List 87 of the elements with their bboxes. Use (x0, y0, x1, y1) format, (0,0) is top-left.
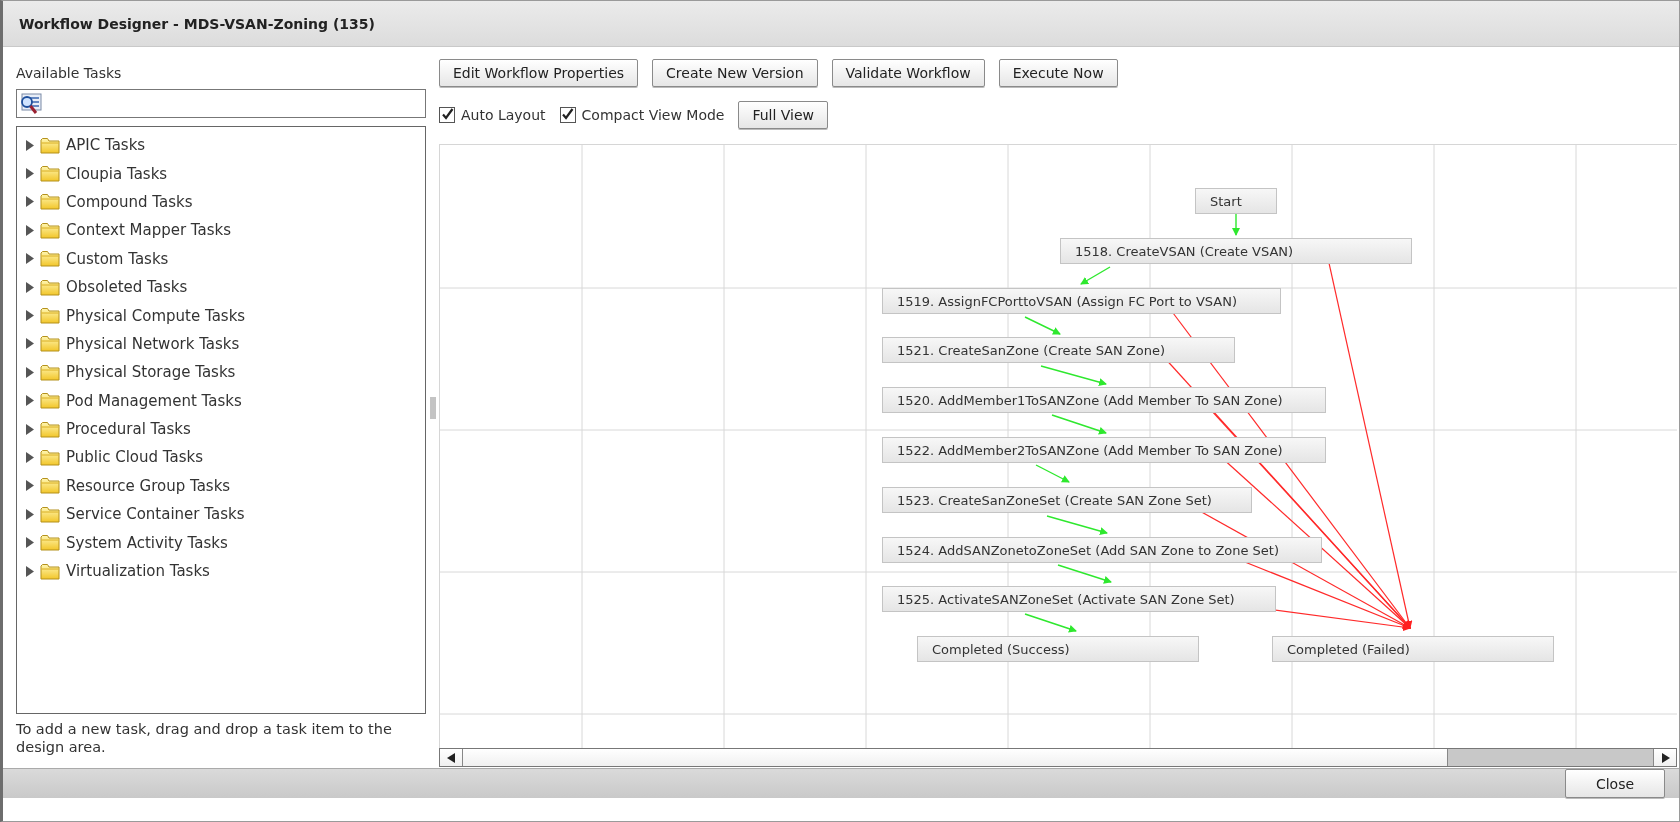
tree-item[interactable]: Obsoleted Tasks (66, 278, 188, 297)
tree-item[interactable]: Cloupia Tasks (66, 164, 168, 183)
end-node[interactable]: Completed (Failed) (1272, 636, 1554, 662)
expand-arrow-icon[interactable] (25, 508, 35, 520)
toolbar-button[interactable]: Create New Version (652, 59, 818, 87)
folder-icon (40, 477, 60, 495)
tree-item[interactable]: Physical Storage Tasks (66, 363, 236, 382)
folder-icon (40, 193, 60, 211)
left-arrow-icon (446, 752, 456, 763)
expand-arrow-icon[interactable] (25, 253, 35, 265)
close-button[interactable]: Close (1565, 769, 1665, 798)
tree-item[interactable]: System Activity Tasks (66, 533, 228, 552)
task-node[interactable]: 1518. CreateVSAN (Create VSAN) (1060, 238, 1412, 264)
end-node[interactable]: Completed (Success) (917, 636, 1199, 662)
success-connector (1024, 316, 1061, 335)
folder-icon (40, 136, 60, 154)
start-node[interactable]: Start (1195, 188, 1277, 214)
tree-item[interactable]: Service Container Tasks (66, 505, 245, 524)
tree-item[interactable]: APIC Tasks (66, 136, 146, 155)
checkbox[interactable] (439, 106, 455, 123)
expand-arrow-icon[interactable] (25, 565, 35, 577)
horizontal-scrollbar[interactable] (439, 748, 1677, 767)
checkbox-label: Compact View Mode (581, 106, 725, 123)
tree-item[interactable]: Public Cloud Tasks (66, 448, 203, 467)
folder-icon (40, 363, 60, 381)
folder-icon (40, 505, 60, 523)
tree-item[interactable]: Compound Tasks (66, 192, 193, 211)
tree-item[interactable]: Procedural Tasks (66, 420, 191, 439)
expand-arrow-icon[interactable] (25, 480, 35, 492)
tree-item[interactable]: Context Mapper Tasks (66, 221, 232, 240)
folder-icon (40, 250, 60, 268)
folder-icon (40, 449, 60, 466)
tree-item[interactable]: Physical Network Tasks (66, 334, 240, 353)
full-view-button[interactable]: Full View (738, 100, 829, 129)
success-connector (1057, 564, 1112, 584)
folder-icon (40, 221, 60, 239)
task-node[interactable]: 1521. CreateSanZone (Create SAN Zone) (882, 337, 1235, 363)
toolbar-button[interactable]: Edit Workflow Properties (439, 59, 639, 87)
scroll-thumb[interactable] (1447, 749, 1653, 766)
expand-arrow-icon[interactable] (25, 310, 35, 322)
expand-arrow-icon[interactable] (25, 423, 35, 435)
success-connector (1024, 613, 1077, 633)
tree-item[interactable]: Virtualization Tasks (66, 562, 210, 581)
task-node[interactable]: 1523. CreateSanZoneSet (Create SAN Zone Set) (882, 487, 1252, 513)
tree-item[interactable]: Pod Management Tasks (66, 391, 242, 410)
toolbar-button[interactable]: Validate Workflow (831, 59, 985, 87)
splitter-handle[interactable] (429, 396, 436, 419)
tree-item[interactable]: Resource Group Tasks (66, 476, 231, 495)
search-field[interactable] (16, 89, 426, 118)
folder-icon (40, 534, 60, 552)
search-icon (19, 91, 43, 116)
expand-arrow-icon[interactable] (25, 168, 35, 180)
folder-icon (40, 278, 60, 296)
expand-arrow-icon[interactable] (25, 139, 35, 151)
success-connector (1046, 515, 1108, 535)
folder-icon (40, 335, 60, 353)
success-connector (1080, 266, 1111, 285)
success-connector (1040, 365, 1107, 386)
expand-arrow-icon[interactable] (25, 452, 35, 463)
expand-arrow-icon[interactable] (25, 537, 35, 549)
folder-icon (40, 562, 60, 580)
panel-heading: Available Tasks (16, 65, 122, 81)
success-connector (1051, 414, 1107, 435)
expand-arrow-icon[interactable] (25, 196, 35, 208)
checkbox-label: Auto Layout (461, 106, 546, 123)
task-node[interactable]: 1520. AddMember1ToSANZone (Add Member To SAN Zone) (882, 387, 1326, 413)
expand-arrow-icon[interactable] (25, 338, 35, 350)
task-node[interactable]: 1519. AssignFCPorttoVSAN (Assign FC Port to VSAN) (882, 288, 1281, 314)
folder-icon (40, 392, 60, 410)
tree-item[interactable]: Custom Tasks (66, 249, 169, 268)
hint-text: To add a new task, drag and drop a task item to the design area. (16, 720, 393, 756)
folder-icon (40, 307, 60, 325)
window-title: Workflow Designer - MDS-VSAN-Zoning (135) (19, 15, 375, 32)
expand-arrow-icon[interactable] (25, 366, 35, 378)
checkbox[interactable] (559, 106, 576, 123)
task-node[interactable]: 1524. AddSANZonetoZoneSet (Add SAN Zone to Zone Set) (882, 537, 1322, 563)
right-arrow-icon (1660, 752, 1670, 763)
toolbar-button[interactable]: Execute Now (998, 59, 1118, 87)
tree-item[interactable]: Physical Compute Tasks (66, 306, 246, 325)
folder-icon (40, 165, 60, 183)
task-node[interactable]: 1522. AddMember2ToSANZone (Add Member To SAN Zone) (882, 437, 1326, 463)
expand-arrow-icon[interactable] (25, 224, 35, 236)
expand-arrow-icon[interactable] (25, 395, 35, 407)
success-connector (1035, 464, 1070, 483)
task-node[interactable]: 1525. ActivateSANZoneSet (Activate SAN Zone Set) (882, 586, 1276, 612)
folder-icon (40, 420, 60, 438)
expand-arrow-icon[interactable] (25, 281, 35, 293)
